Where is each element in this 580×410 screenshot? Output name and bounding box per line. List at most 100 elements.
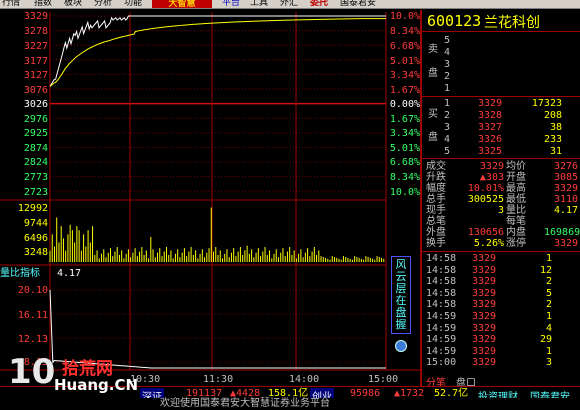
indicator-axis-label: 20.10	[17, 285, 48, 296]
tick-time: 14:59	[426, 311, 457, 322]
menu-index[interactable]: 指数	[34, 0, 52, 8]
buy-volume: 208	[543, 110, 562, 121]
buy-level: 4	[444, 134, 451, 145]
buy-volume: 38	[549, 122, 562, 133]
sell-label: 卖	[428, 44, 438, 55]
price-line	[49, 15, 386, 87]
buy-level: 5	[444, 146, 451, 157]
sell-level: 1	[444, 83, 451, 94]
watermark-site: Huang.CN	[54, 376, 139, 394]
pct-label: 3.34%	[389, 70, 420, 81]
menu-forex[interactable]: 外汇	[280, 0, 298, 8]
side-tab-1[interactable]: 风云	[392, 259, 410, 283]
buy-label: 盘	[428, 132, 438, 143]
buy-level: 1	[444, 98, 451, 109]
indicator-axis-label: 16.11	[17, 310, 48, 321]
stock-header: 600123 兰花科创	[422, 10, 580, 32]
tick-time: 14:58	[426, 287, 457, 299]
stat-label: 均价	[506, 161, 526, 172]
menu-quotes[interactable]: 行情	[2, 0, 20, 8]
tick-time: 15:00	[426, 357, 457, 369]
tick-time: 14:59	[426, 322, 457, 334]
divider	[422, 251, 580, 252]
tick-volume: 1	[545, 253, 552, 264]
tick-price: 3329	[472, 299, 497, 311]
price-label: 3127	[23, 70, 48, 81]
brand-logo: 大智慧	[152, 0, 212, 8]
pct-label-zero: 0.00%	[389, 99, 420, 110]
stat-label: 量比	[506, 205, 526, 216]
buy-volume: 31	[549, 146, 562, 157]
price-label: 2976	[23, 114, 48, 125]
stat-value: 3110	[554, 194, 579, 205]
buy-price: 3326	[478, 134, 503, 145]
price-label: 3076	[23, 85, 48, 96]
menu-functions[interactable]: 功能	[124, 0, 142, 8]
stat-value: 3276	[554, 161, 579, 172]
tick-price: 3329	[472, 264, 497, 276]
pct-label: 8.34%	[389, 172, 420, 183]
menu-analysis[interactable]: 分析	[94, 0, 112, 8]
menu-bar: 行情 指数 板块 分析 功能 大智慧 平台 工具 外汇 委托 国泰君安	[0, 0, 580, 9]
stat-label: 最低	[506, 194, 526, 205]
price-label: 2824	[23, 157, 48, 168]
globe-icon[interactable]	[395, 340, 407, 352]
pct-label: 6.68%	[389, 41, 420, 52]
volume-label: 12992	[17, 203, 48, 214]
price-label: 2874	[23, 143, 48, 154]
side-tab-strip[interactable]: 风云 层在 盘 握	[391, 256, 411, 334]
price-label: 3177	[23, 56, 48, 67]
buy-level: 2	[444, 110, 451, 121]
pct-label: 10.0%	[389, 11, 420, 22]
price-label: 2723	[23, 187, 48, 198]
price-label: 3227	[23, 41, 48, 52]
buy-price: 3329	[478, 98, 503, 109]
tick-volume: 3	[545, 357, 552, 369]
menu-tools[interactable]: 工具	[250, 0, 268, 8]
tick-price: 3329	[472, 287, 497, 299]
stat-value: 300525	[467, 194, 504, 205]
average-price-line	[49, 18, 386, 87]
chart-canvas	[0, 12, 420, 371]
buy-price: 3327	[478, 122, 503, 133]
tick-time: 14:58	[426, 299, 457, 311]
price-label: 3329	[23, 11, 48, 22]
tick-list[interactable]: 14:58 3329 1 14:58 3329 12 14:58 3329 2 14:58 3329…	[422, 253, 580, 371]
price-label: 2773	[23, 172, 48, 183]
stat-value: 4.17	[554, 205, 579, 216]
stat-value: 10.01%	[467, 183, 504, 194]
menu-sector[interactable]: 板块	[64, 0, 82, 8]
tick-volume: 4	[545, 322, 552, 334]
tick-price: 3329	[472, 334, 497, 346]
indicator-name[interactable]: 量比指标	[0, 268, 40, 279]
menu-platform[interactable]: 平台	[222, 0, 240, 8]
tick-volume: 2	[545, 299, 552, 311]
tick-price: 3329	[472, 276, 497, 288]
menu-trade[interactable]: 委托	[310, 0, 328, 8]
pct-label: 3.34%	[389, 128, 420, 139]
stat-value: 130656	[467, 227, 504, 238]
price-label-prev-close: 3026	[23, 99, 48, 110]
watermark: 10 拾荒网 Huang.CN	[8, 352, 158, 404]
divider	[422, 158, 580, 159]
intraday-chart[interactable]: 3329 3278 3227 3177 3127 3076 3026 2976 …	[0, 10, 420, 386]
volume-label: 9744	[23, 218, 48, 229]
side-tab-2[interactable]: 层在	[392, 283, 410, 307]
tick-time: 14:58	[426, 253, 457, 264]
tick-price: 3329	[472, 311, 497, 322]
tick-price: 3329	[472, 253, 497, 264]
menu-broker[interactable]: 国泰君安	[340, 0, 376, 8]
sell-level: 2	[444, 71, 451, 82]
stat-label: 涨停	[506, 238, 526, 249]
volume-label: 6496	[23, 233, 48, 244]
side-tab-4[interactable]: 握	[392, 319, 410, 331]
buy-level: 3	[444, 122, 451, 133]
stat-label: 外盘	[426, 227, 446, 238]
tick-volume: 5	[545, 287, 552, 299]
stat-label: 升跌	[426, 172, 446, 183]
buy-label: 买	[428, 109, 438, 120]
stat-label: 换手	[426, 238, 446, 249]
sell-level: 5	[444, 35, 451, 46]
pct-label: 5.01%	[389, 143, 420, 154]
buy-price: 3325	[478, 146, 503, 157]
